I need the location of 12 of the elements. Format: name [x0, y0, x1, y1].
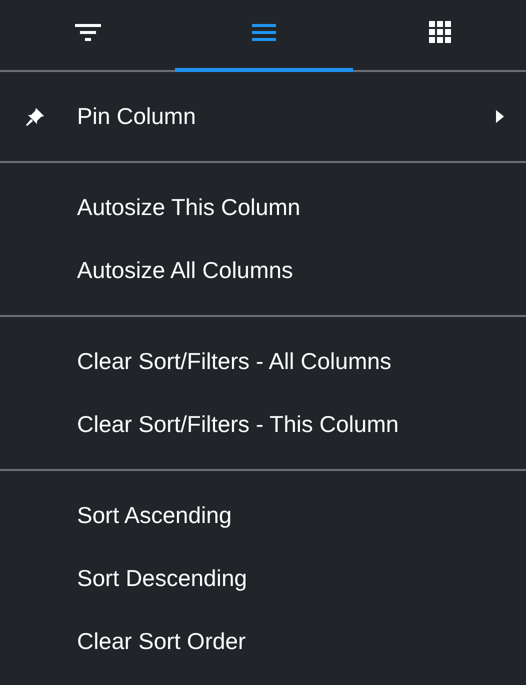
menu-item[interactable]: Clear Sort Order	[0, 610, 526, 673]
menu-item[interactable]: Pin Column	[0, 85, 526, 148]
menu-item[interactable]: Sort Ascending	[0, 484, 526, 547]
menu-item[interactable]: Autosize All Columns	[0, 239, 526, 302]
filter-icon	[74, 23, 100, 41]
grid-icon	[428, 21, 450, 43]
menu-item[interactable]: Autosize This Column	[0, 176, 526, 239]
menu-item[interactable]: Clear Sort/Filters - All Columns	[0, 330, 526, 393]
pin-icon	[24, 106, 46, 128]
menu-item[interactable]: Sort Descending	[0, 547, 526, 610]
menu-item[interactable]: Clear Sort/Filters - This Column	[0, 393, 526, 456]
menu-icon	[252, 23, 276, 41]
